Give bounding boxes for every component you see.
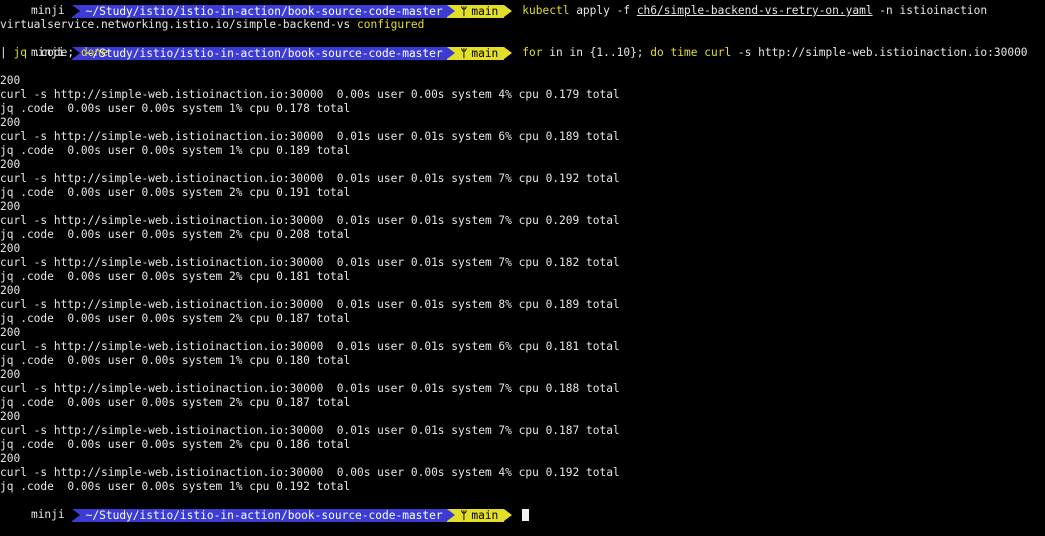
output-line: jq .code 0.00s user 0.00s system 2% cpu … xyxy=(0,228,351,241)
prompt-line-1: minji ~/Study/istio/istio-in-action/book-… xyxy=(0,0,1045,18)
output-line: 200 xyxy=(0,326,21,339)
output-line: 200 xyxy=(0,242,21,255)
cmd-namespace-args: -n istioinaction xyxy=(872,4,988,17)
prompt-user: minji xyxy=(26,4,70,18)
terminal-window[interactable]: minji ~/Study/istio/istio-in-action/book-… xyxy=(0,0,1045,527)
cmd-yaml-file: ch6/simple-backend-vs-retry-on.yaml xyxy=(636,4,873,17)
prompt-path: ~/Study/istio/istio-in-action/book-sourc… xyxy=(71,4,447,18)
branch-icon: ᛘ xyxy=(460,4,468,18)
output-line: curl -s http://simple-web.istioinaction.… xyxy=(0,256,620,269)
output-line: jq .code 0.00s user 0.00s system 2% cpu … xyxy=(0,438,351,451)
prompt-line-3[interactable]: minji ~/Study/istio/istio-in-action/book-… xyxy=(0,494,1045,522)
output-line: curl -s http://simple-web.istioinaction.… xyxy=(0,424,620,437)
prompt-arrow-end xyxy=(504,508,513,521)
output-line: curl -s http://simple-web.istioinaction.… xyxy=(0,130,620,143)
cmd-done: done xyxy=(80,46,108,59)
output-line: curl -s http://simple-web.istioinaction.… xyxy=(0,172,620,185)
output-line: jq .code 0.00s user 0.00s system 2% cpu … xyxy=(0,396,351,409)
command-continuation-line: | jq .code; done xyxy=(0,46,1045,60)
command-output: 200 curl -s http://simple-web.istioinact… xyxy=(0,74,1045,494)
output-line: 200 xyxy=(0,200,21,213)
output-line: jq .code 0.00s user 0.00s system 2% cpu … xyxy=(0,186,351,199)
output-line: curl -s http://simple-web.istioinaction.… xyxy=(0,340,620,353)
apply-output-line: virtualservice.networking.istio.io/simpl… xyxy=(0,18,1045,32)
output-line: 200 xyxy=(0,74,21,87)
prompt-line-2: minji ~/Study/istio/istio-in-action/book-… xyxy=(0,32,1045,60)
cmd-apply-args: apply -f xyxy=(569,4,637,17)
output-line: 200 xyxy=(0,158,21,171)
output-line: jq .code 0.00s user 0.00s system 1% cpu … xyxy=(0,144,351,157)
command-kubectl: kubectl apply -f ch6/simple-backend-vs-r… xyxy=(512,4,987,17)
output-line: jq .code 0.00s user 0.00s system 2% cpu … xyxy=(0,312,351,325)
prompt-user: minji xyxy=(26,508,70,522)
output-line: curl -s http://simple-web.istioinaction.… xyxy=(0,466,620,479)
output-line: jq .code 0.00s user 0.00s system 1% cpu … xyxy=(0,102,351,115)
output-line: jq .code 0.00s user 0.00s system 1% cpu … xyxy=(0,480,351,493)
output-line: jq .code 0.00s user 0.00s system 2% cpu … xyxy=(0,270,351,283)
output-line: 200 xyxy=(0,368,21,381)
output-line: 200 xyxy=(0,452,21,465)
apply-status: configured xyxy=(356,18,425,31)
cmd-jq: jq xyxy=(13,46,27,59)
prompt-branch-segment: ᛘ main xyxy=(446,508,505,522)
output-line: curl -s http://simple-web.istioinaction.… xyxy=(0,88,620,101)
output-line: curl -s http://simple-web.istioinaction.… xyxy=(0,214,620,227)
prompt-path: ~/Study/istio/istio-in-action/book-sourc… xyxy=(71,508,447,522)
output-line: curl -s http://simple-web.istioinaction.… xyxy=(0,298,620,311)
output-line: 200 xyxy=(0,284,21,297)
branch-icon: ᛘ xyxy=(460,508,468,522)
apply-resource: virtualservice.networking.istio.io/simpl… xyxy=(0,18,357,31)
prompt-branch-segment: ᛘ main xyxy=(446,4,505,18)
output-line: 200 xyxy=(0,116,21,129)
output-line: 200 xyxy=(0,410,21,423)
text-cursor[interactable] xyxy=(522,509,530,521)
prompt-branch: main xyxy=(471,4,499,18)
output-line: jq .code 0.00s user 0.00s system 1% cpu … xyxy=(0,354,351,367)
cmd-pipe: | xyxy=(0,46,14,59)
cmd-kubectl: kubectl xyxy=(522,4,570,17)
output-line: curl -s http://simple-web.istioinaction.… xyxy=(0,382,620,395)
prompt-branch: main xyxy=(471,508,499,522)
cmd-jq-args: .code; xyxy=(26,46,81,59)
